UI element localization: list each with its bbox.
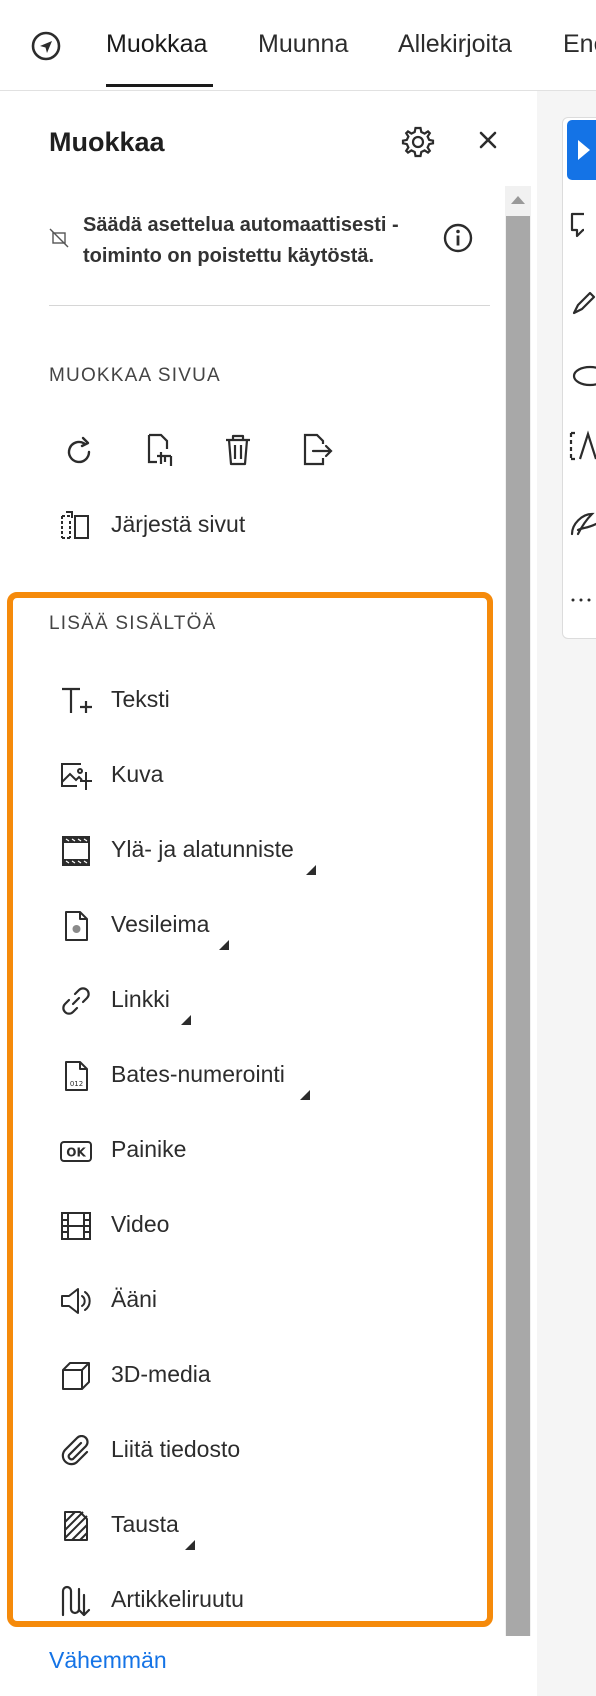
top-navigation: Muokkaa Muunna Allekirjoita Enemmän [0, 0, 596, 91]
add-content-section-label: LISÄÄ SISÄLTÖÄ [49, 613, 217, 634]
background-icon [64, 1511, 88, 1541]
svg-text:012: 012 [70, 1080, 83, 1088]
video-label: Video [111, 1211, 170, 1237]
submenu-caret-icon [219, 940, 229, 950]
scroll-up-arrow-icon[interactable] [511, 196, 525, 204]
crop-page-icon[interactable] [141, 432, 177, 468]
panel-title: Muokkaa [49, 127, 165, 157]
divider [49, 305, 490, 306]
gear-icon[interactable] [400, 124, 436, 160]
button-ok-icon: OK [60, 1141, 92, 1162]
submenu-caret-icon [185, 1540, 195, 1550]
bates-numbering-icon: 012 [65, 1061, 88, 1091]
3d-media-label: 3D-media [111, 1361, 211, 1387]
attach-file-label: Liitä tiedosto [111, 1436, 241, 1462]
select-tool-button[interactable] [567, 120, 596, 180]
close-icon[interactable] [474, 126, 502, 154]
comment-icon[interactable] [568, 210, 596, 242]
tab-more[interactable]: Enemmän [563, 30, 596, 59]
header-footer-label: Ylä- ja alatunniste [111, 836, 294, 862]
header-footer-icon [62, 836, 90, 866]
svg-text:OK: OK [66, 1146, 86, 1160]
auto-layout-notice-text: Säädä asettelua automaattisesti -toimint… [83, 214, 399, 267]
signature-icon[interactable] [568, 508, 596, 540]
extract-page-icon[interactable] [299, 432, 335, 468]
edit-page-section-label: MUOKKAA SIVUA [49, 365, 221, 386]
organize-pages-label: Järjestä sivut [111, 511, 246, 537]
info-icon[interactable] [442, 222, 474, 254]
organize-pages-icon [61, 511, 89, 539]
add-image-icon [61, 763, 92, 790]
cursor-icon [578, 140, 590, 160]
tab-muokkaa[interactable]: Muokkaa [106, 30, 207, 59]
add-text-label: Teksti [111, 686, 170, 712]
edit-panel: Muokkaa Säädä asettelua automaattisesti … [0, 91, 537, 1696]
scrollbar-thumb[interactable] [506, 216, 530, 1636]
submenu-caret-icon [300, 1090, 310, 1100]
video-icon [61, 1212, 91, 1240]
audio-label: Ääni [111, 1286, 158, 1312]
tab-allekirjoita[interactable]: Allekirjoita [398, 30, 512, 59]
show-less-link[interactable]: Vähemmän [49, 1647, 167, 1674]
delete-icon[interactable] [220, 432, 256, 468]
tab-muunna[interactable]: Muunna [258, 30, 348, 59]
article-box-label: Artikkeliruutu [111, 1586, 244, 1612]
paperclip-icon [61, 1435, 89, 1466]
button-label: Painike [111, 1136, 187, 1162]
watermark-label: Vesileima [111, 911, 210, 937]
bates-numbering-label: Bates-numerointi [111, 1061, 285, 1087]
background-label: Tausta [111, 1511, 179, 1537]
active-tab-indicator [106, 84, 213, 87]
rotate-icon[interactable] [62, 434, 98, 470]
auto-layout-off-icon [49, 228, 69, 248]
more-tools-icon[interactable] [568, 584, 596, 616]
text-select-icon[interactable] [568, 430, 596, 462]
submenu-caret-icon [306, 865, 316, 875]
link-label: Linkki [111, 986, 170, 1012]
article-box-icon [61, 1585, 91, 1617]
pen-icon[interactable] [568, 287, 596, 319]
link-icon [62, 987, 90, 1015]
adobe-home-icon[interactable] [30, 30, 62, 62]
add-text-icon [62, 687, 92, 713]
watermark-icon [65, 911, 88, 941]
add-image-label: Kuva [111, 761, 164, 787]
speaker-icon [61, 1288, 91, 1314]
shape-icon[interactable] [568, 360, 596, 392]
cube-icon [62, 1362, 90, 1390]
submenu-caret-icon [181, 1015, 191, 1025]
